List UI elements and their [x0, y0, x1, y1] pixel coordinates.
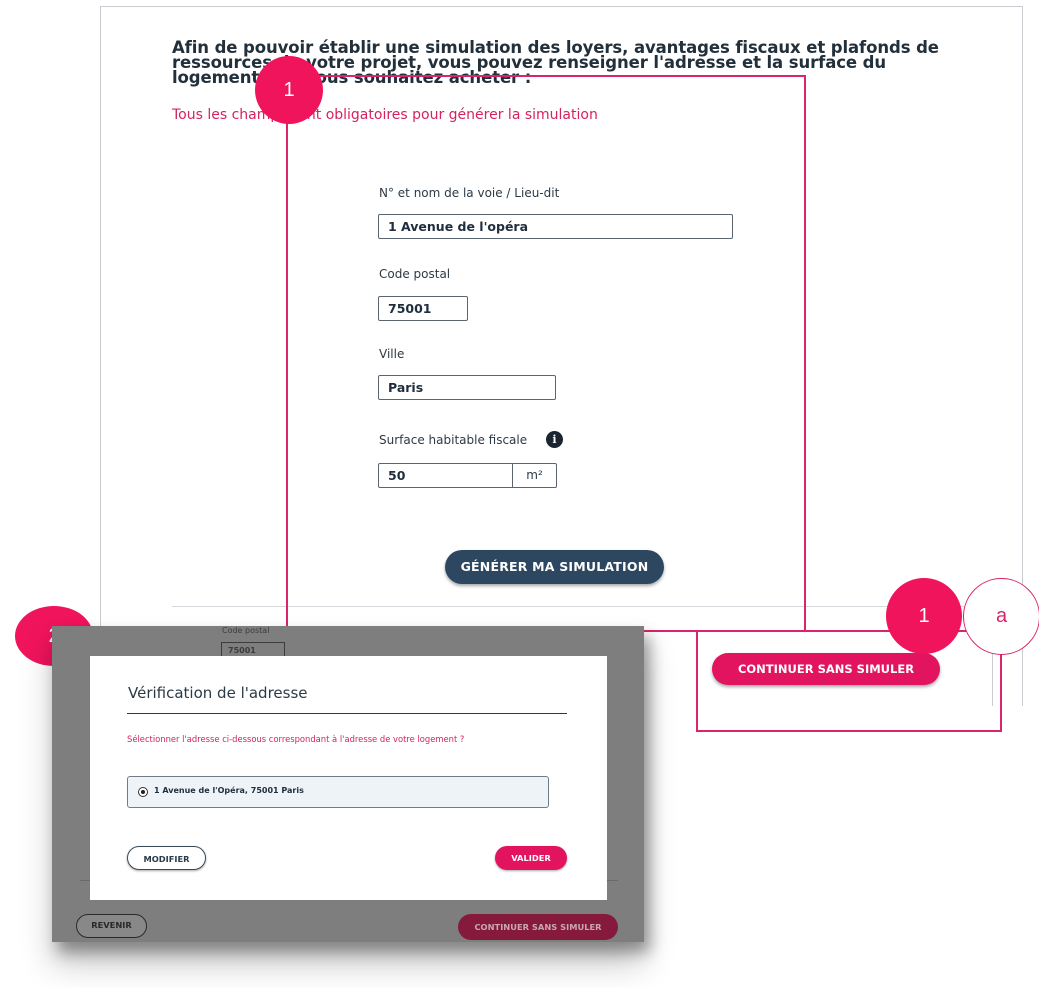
modal-title: Vérification de l'adresse [128, 684, 308, 702]
background-postal-value: 75001 [228, 646, 256, 655]
back-button[interactable]: REVENIR [76, 914, 147, 938]
modify-button[interactable]: MODIFIER [127, 846, 206, 870]
callout-frame-continue [696, 630, 1002, 732]
address-option[interactable]: 1 Avenue de l'Opéra, 75001 Paris [127, 776, 549, 808]
address-modal: Vérification de l'adresse Sélectionner l… [90, 656, 607, 900]
callout-badge-1: 1 [255, 56, 323, 124]
radio-selected-icon[interactable] [138, 787, 148, 797]
background-continue-button: CONTINUER SANS SIMULER [458, 914, 618, 940]
address-verification-screenshot: Code postal 75001 REVENIR CONTINUER SANS… [52, 626, 644, 942]
callout-frame-form [286, 75, 806, 632]
background-postal-label: Code postal [222, 626, 270, 635]
validate-button[interactable]: VALIDER [495, 846, 567, 870]
address-option-label: 1 Avenue de l'Opéra, 75001 Paris [154, 786, 304, 795]
callout-badge-1a-letter: a [963, 578, 1039, 655]
modal-title-divider [127, 713, 567, 714]
modal-question: Sélectionner l'adresse ci-dessous corres… [127, 734, 465, 744]
callout-badge-1a-number: 1 [886, 578, 962, 654]
